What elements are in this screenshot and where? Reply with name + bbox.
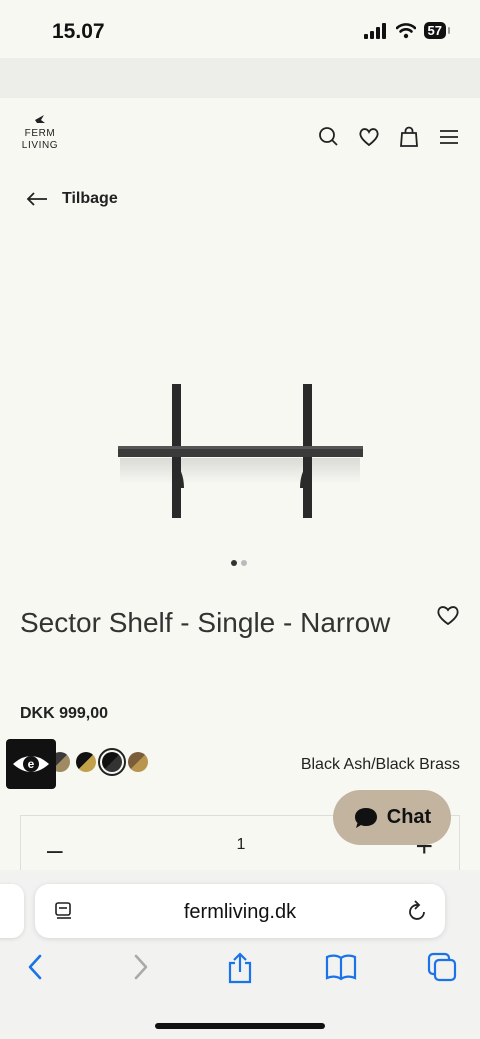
forward-chevron-icon[interactable]	[130, 952, 150, 987]
browser-chrome: fermliving.dk	[0, 870, 480, 1039]
address-bar[interactable]: fermliving.dk	[35, 884, 445, 938]
home-indicator	[155, 1023, 325, 1029]
heart-icon[interactable]	[358, 126, 380, 148]
color-swatches	[50, 748, 148, 776]
status-icons: 57	[363, 22, 451, 39]
swatch-black-gold[interactable]	[76, 752, 96, 772]
gallery-dot-2[interactable]	[241, 560, 247, 566]
share-icon[interactable]	[226, 952, 254, 989]
previous-tab-preview[interactable]	[0, 884, 24, 938]
logo-text-bottom: LIVING	[21, 140, 59, 151]
menu-icon[interactable]	[438, 126, 460, 148]
bag-icon[interactable]	[398, 126, 420, 148]
back-chevron-icon[interactable]	[26, 952, 46, 987]
reload-icon[interactable]	[407, 899, 429, 928]
swatch-brown-brass[interactable]	[128, 752, 148, 772]
battery-indicator: 57	[423, 22, 451, 39]
svg-text:e: e	[28, 757, 35, 771]
header-actions	[318, 126, 460, 148]
wifi-icon	[395, 22, 416, 38]
gallery-pagination	[231, 560, 247, 566]
brand-logo[interactable]: FERM LIVING	[18, 114, 62, 152]
url-text: fermliving.dk	[183, 901, 297, 923]
arrow-left-icon	[26, 192, 47, 206]
selected-variant-label: Black Ash/Black Brass	[300, 756, 460, 773]
search-icon[interactable]	[318, 126, 340, 148]
bird-logo-icon	[18, 114, 62, 128]
product-price: DKK 999,00	[20, 705, 109, 722]
signal-icon	[363, 22, 386, 39]
browser-top-band	[0, 58, 480, 98]
site-header: FERM LIVING	[0, 98, 480, 178]
gallery-dot-1[interactable]	[231, 560, 237, 566]
browser-toolbar	[0, 952, 480, 992]
chat-button[interactable]: Chat	[333, 790, 451, 845]
back-link[interactable]: Tilbage	[26, 190, 118, 208]
status-time: 15.07	[52, 20, 105, 43]
back-label: Tilbage	[62, 190, 118, 207]
bookmarks-book-icon[interactable]	[325, 952, 357, 987]
wishlist-heart-icon[interactable]	[436, 604, 460, 631]
tabs-icon[interactable]	[427, 952, 459, 987]
status-bar: 15.07 57	[0, 0, 480, 58]
product-title: Sector Shelf - Single - Narrow	[20, 607, 391, 638]
product-image[interactable]	[100, 370, 380, 530]
logo-text-top: FERM	[24, 128, 56, 139]
chat-bubble-icon	[354, 807, 377, 828]
chat-label: Chat	[386, 806, 432, 828]
swatch-black-black[interactable]	[98, 748, 126, 776]
accessibility-eye-icon[interactable]: e	[6, 739, 56, 789]
